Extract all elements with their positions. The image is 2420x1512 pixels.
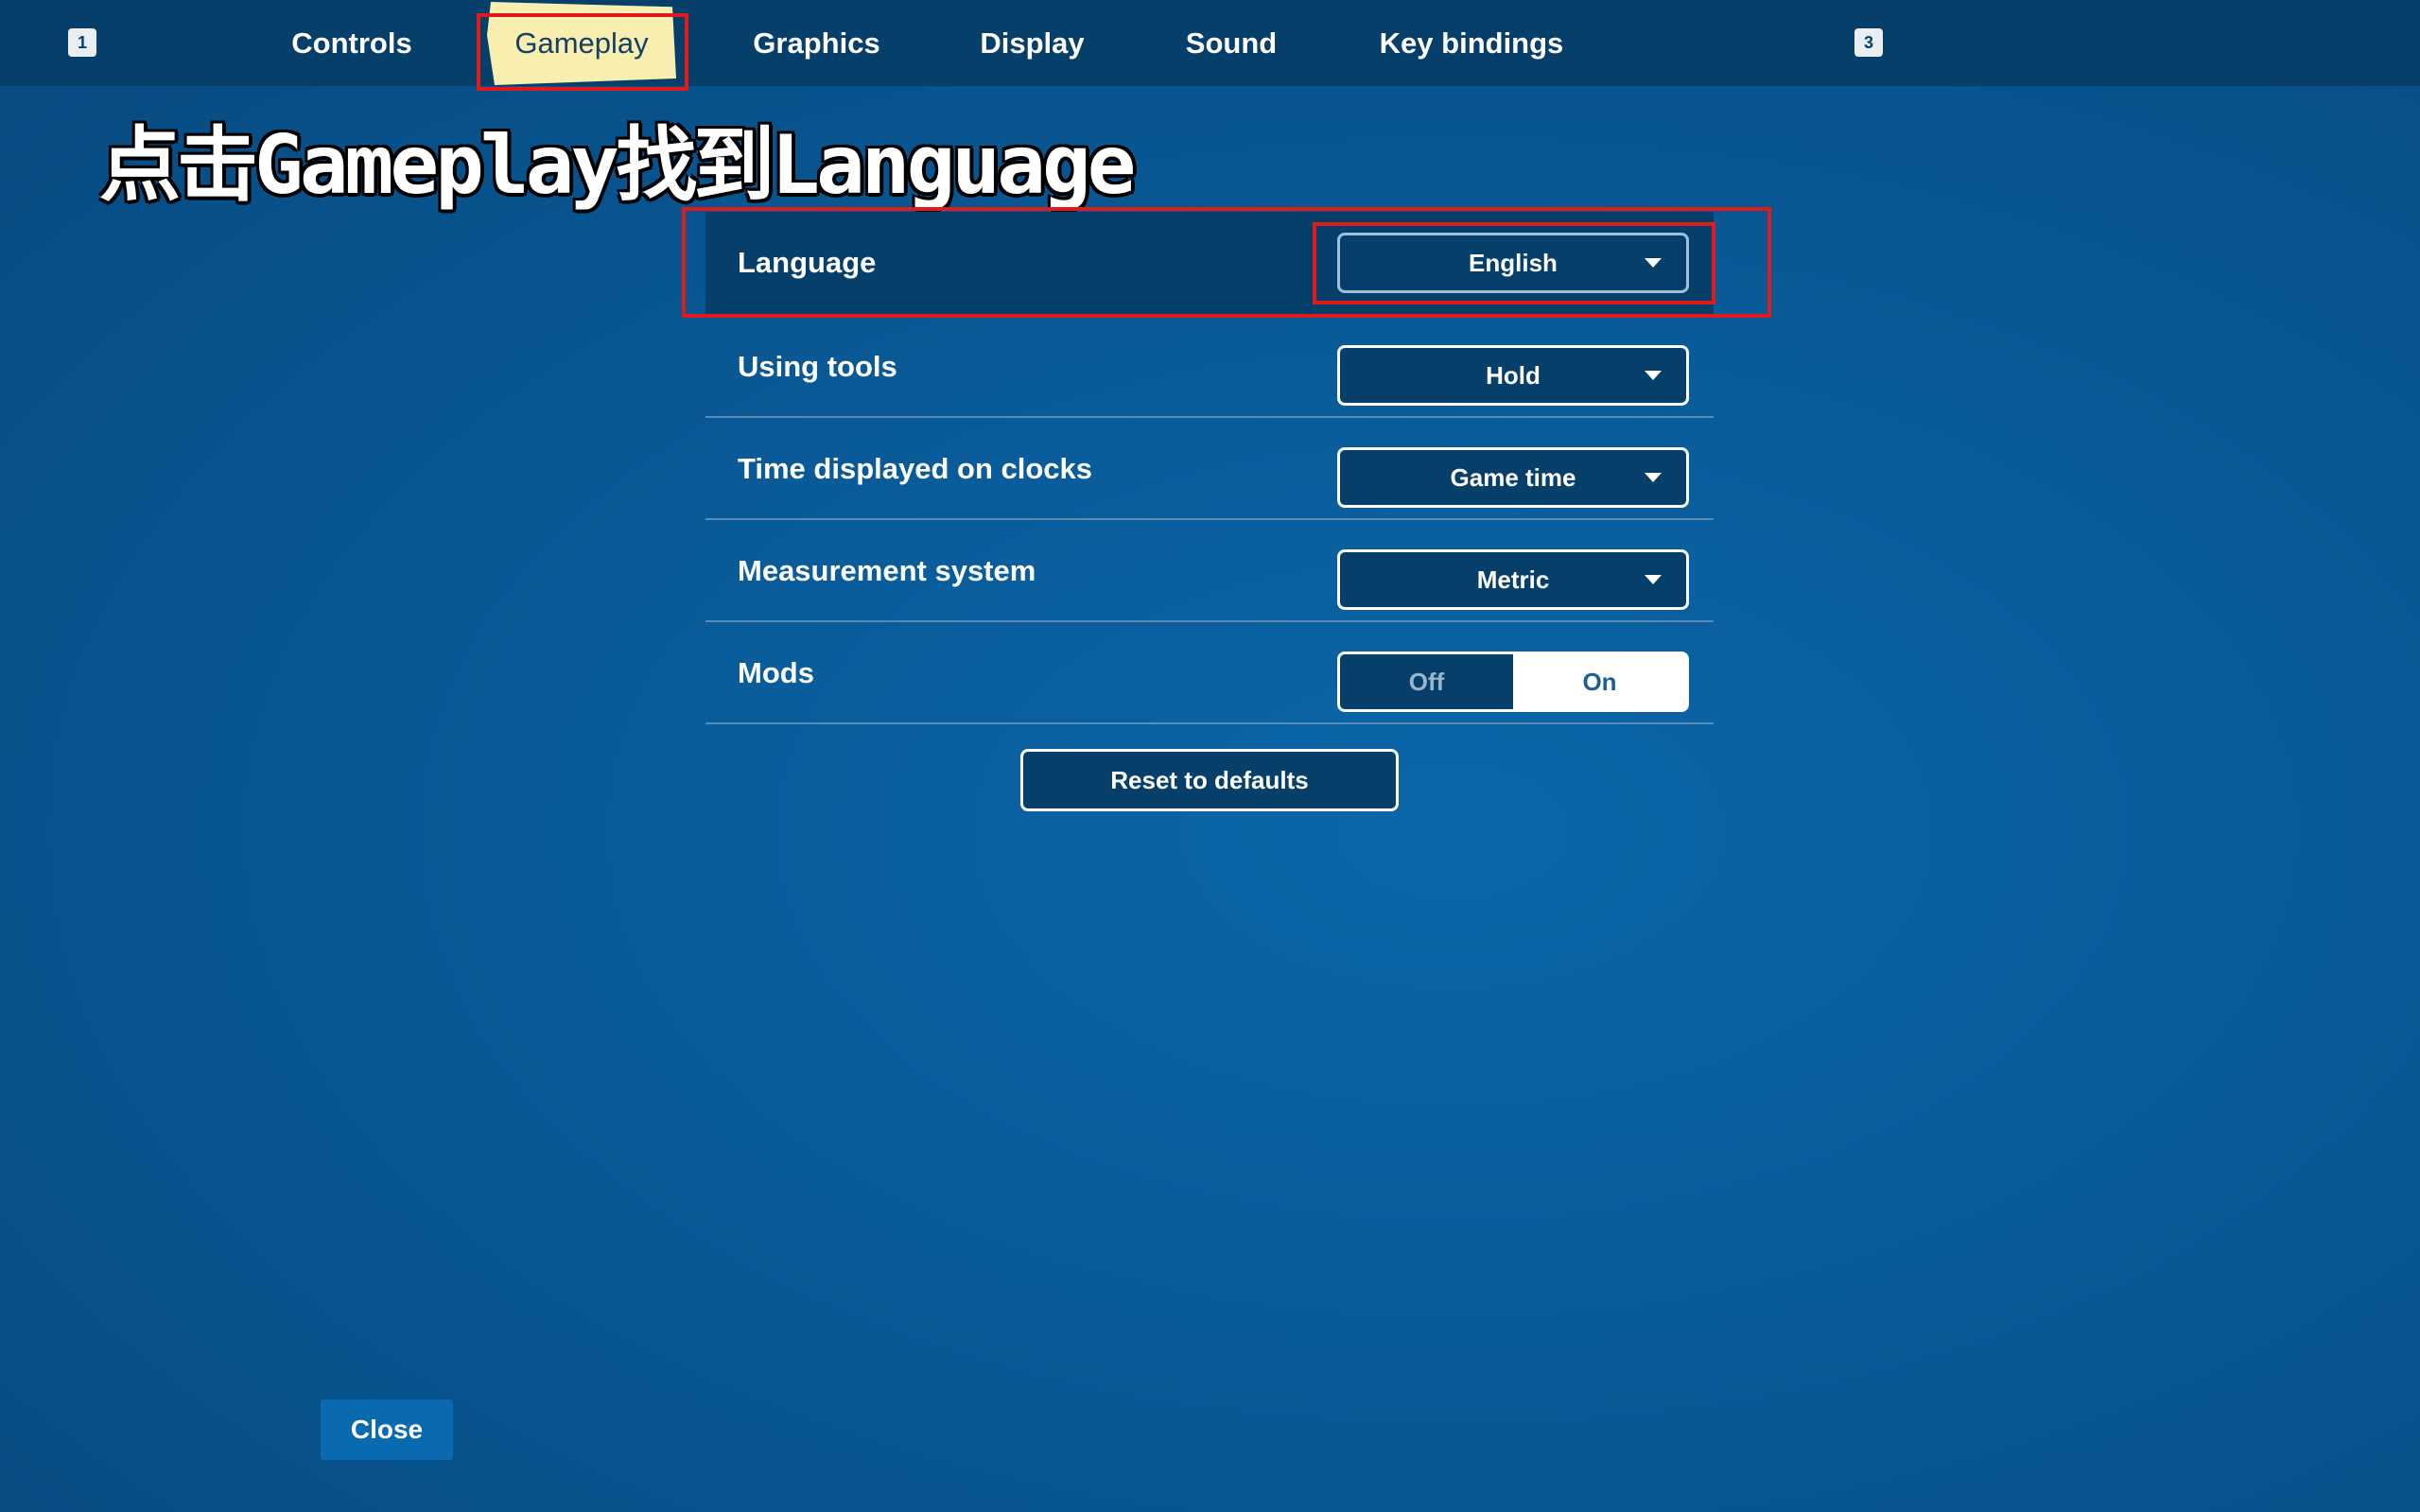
language-dropdown-value: English	[1469, 249, 1558, 277]
language-dropdown[interactable]: English	[1337, 233, 1689, 293]
chevron-down-icon	[1645, 371, 1662, 380]
setting-label-measurement-system: Measurement system	[738, 554, 1036, 587]
setting-row-measurement-system: Measurement system Metric	[705, 520, 1714, 622]
chevron-down-icon	[1645, 473, 1662, 482]
setting-label-using-tools: Using tools	[738, 350, 897, 383]
mods-toggle[interactable]: Off On	[1337, 652, 1689, 712]
setting-label-clock-time: Time displayed on clocks	[738, 452, 1093, 485]
top-tab-bar: 1 Controls Gameplay Graphics Display Sou…	[0, 0, 2420, 86]
tab-graphics[interactable]: Graphics	[753, 21, 880, 66]
mods-toggle-on[interactable]: On	[1513, 654, 1686, 709]
tab-display[interactable]: Display	[978, 21, 1087, 66]
close-button[interactable]: Close	[321, 1399, 453, 1460]
mods-toggle-off[interactable]: Off	[1340, 654, 1513, 709]
reset-to-defaults-button[interactable]: Reset to defaults	[1020, 749, 1399, 811]
tab-sound[interactable]: Sound	[1184, 21, 1279, 66]
setting-row-language: Language English	[705, 212, 1714, 316]
setting-label-language: Language	[738, 246, 877, 279]
tab-controls[interactable]: Controls	[290, 21, 413, 66]
prev-tab-key-hint: 1	[68, 28, 96, 57]
tab-gameplay[interactable]: Gameplay	[487, 2, 676, 85]
gameplay-settings-list: Language English Using tools Hold Time d…	[705, 212, 1714, 724]
setting-row-using-tools: Using tools Hold	[705, 316, 1714, 418]
setting-row-mods: Mods Off On	[705, 622, 1714, 724]
clock-time-dropdown[interactable]: Game time	[1337, 447, 1689, 508]
next-tab-key-hint: 3	[1854, 28, 1883, 57]
using-tools-dropdown[interactable]: Hold	[1337, 345, 1689, 406]
using-tools-dropdown-value: Hold	[1486, 361, 1541, 390]
setting-label-mods: Mods	[738, 656, 814, 689]
tutorial-annotation: 点击Gameplay找到Language	[99, 118, 1136, 213]
measurement-system-dropdown-value: Metric	[1476, 565, 1550, 594]
chevron-down-icon	[1645, 575, 1662, 584]
tab-key-bindings[interactable]: Key bindings	[1377, 21, 1566, 66]
measurement-system-dropdown[interactable]: Metric	[1337, 549, 1689, 610]
clock-time-dropdown-value: Game time	[1450, 463, 1576, 492]
setting-row-clock-time: Time displayed on clocks Game time	[705, 418, 1714, 520]
chevron-down-icon	[1645, 258, 1662, 268]
